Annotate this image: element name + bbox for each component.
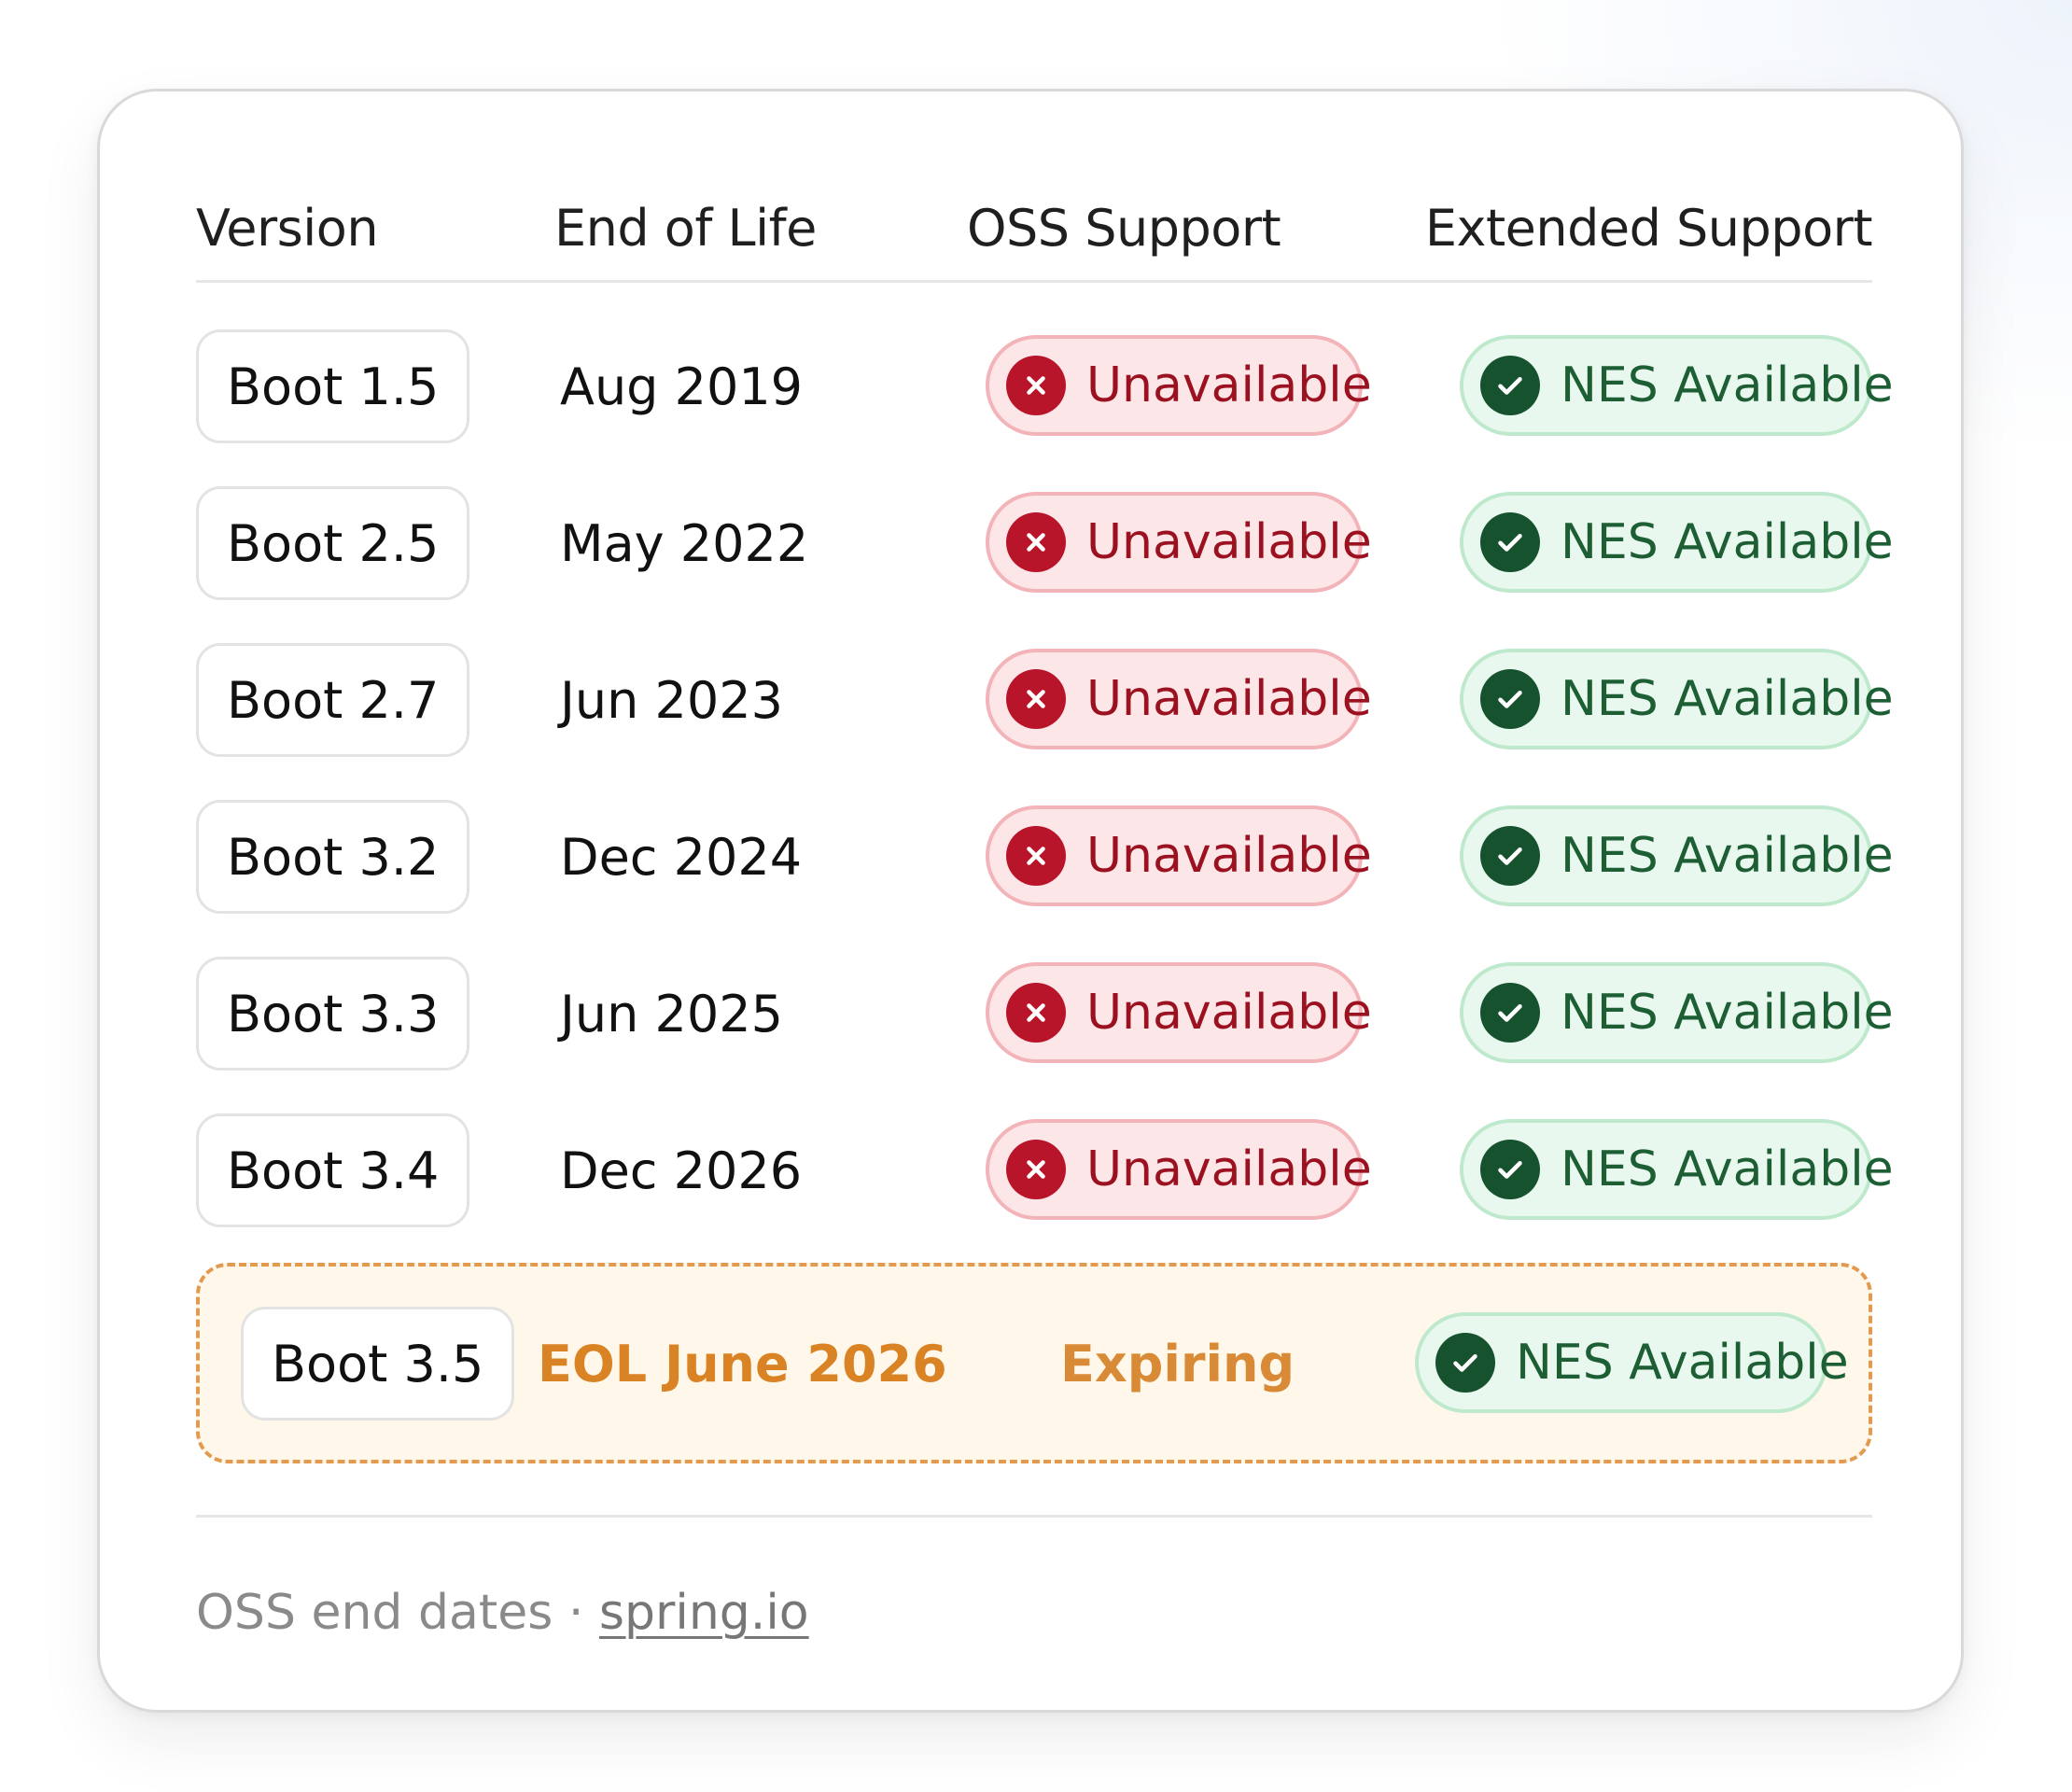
table-row: Boot 1.5 Aug 2019 Unavailable NES Available: [196, 329, 1894, 443]
version-badge: Boot 3.4: [196, 1113, 470, 1227]
pill-label: Unavailable: [1086, 514, 1372, 570]
check-circle-icon: [1480, 669, 1540, 729]
version-badge: Boot 2.5: [196, 486, 470, 600]
pill-label: Unavailable: [1086, 985, 1372, 1041]
oss-support-pill: Unavailable: [986, 805, 1372, 906]
extended-support-pill: NES Available: [1460, 805, 1894, 906]
oss-support-pill: Unavailable: [986, 649, 1372, 749]
eol-date: Jun 2023: [560, 670, 783, 730]
pill-label: NES Available: [1561, 828, 1894, 884]
extended-support-pill: NES Available: [1460, 335, 1894, 436]
eol-date: Aug 2019: [560, 357, 804, 416]
eol-date: May 2022: [560, 513, 809, 573]
oss-support-pill: Unavailable: [986, 335, 1372, 436]
pill-label: NES Available: [1561, 1141, 1894, 1197]
table-row: Boot 3.2 Dec 2024 Unavailable NES Available: [196, 800, 1894, 914]
header-oss-support: OSS Support: [967, 199, 1281, 258]
check-circle-icon: [1480, 983, 1540, 1043]
check-circle-icon: [1480, 356, 1540, 415]
table-header: Version End of Life OSS Support Extended…: [196, 199, 1873, 283]
header-version: Version: [196, 199, 379, 258]
extended-support-pill: NES Available: [1415, 1312, 1849, 1413]
spring-io-link[interactable]: spring.io: [599, 1585, 809, 1641]
support-card: Version End of Life OSS Support Extended…: [97, 89, 1964, 1713]
pill-label: NES Available: [1561, 514, 1894, 570]
pill-label: Unavailable: [1086, 828, 1372, 884]
eol-date: Dec 2026: [560, 1141, 803, 1200]
header-extended-support: Extended Support: [1424, 199, 1873, 258]
version-badge: Boot 3.5: [241, 1307, 515, 1421]
oss-support-pill: Unavailable: [986, 1119, 1372, 1220]
x-circle-icon: [1006, 826, 1066, 886]
footer-text: OSS end dates ·: [196, 1585, 599, 1641]
eol-date: EOL June 2026: [538, 1334, 947, 1393]
table-row: Boot 3.3 Jun 2025 Unavailable NES Available: [196, 957, 1894, 1071]
extended-support-pill: NES Available: [1460, 962, 1894, 1063]
expiring-row: Boot 3.5 EOL June 2026 Expiring NES Avai…: [196, 1263, 1872, 1463]
header-end-of-life: End of Life: [554, 199, 817, 258]
check-circle-icon: [1480, 512, 1540, 572]
footer-divider: [196, 1515, 1872, 1518]
eol-date: Dec 2024: [560, 827, 803, 887]
check-circle-icon: [1480, 1140, 1540, 1199]
pill-label: Unavailable: [1086, 671, 1372, 727]
extended-support-pill: NES Available: [1460, 492, 1894, 593]
x-circle-icon: [1006, 669, 1066, 729]
footer-note: OSS end dates · spring.io: [196, 1585, 809, 1641]
pill-label: NES Available: [1561, 671, 1894, 727]
oss-support-pill: Unavailable: [986, 962, 1372, 1063]
check-circle-icon: [1435, 1333, 1495, 1393]
oss-support-pill: Unavailable: [986, 492, 1372, 593]
pill-label: NES Available: [1561, 985, 1894, 1041]
x-circle-icon: [1006, 356, 1066, 415]
extended-support-pill: NES Available: [1460, 649, 1894, 749]
pill-label: Unavailable: [1086, 357, 1372, 413]
x-circle-icon: [1006, 983, 1066, 1043]
oss-status-expiring: Expiring: [1060, 1334, 1295, 1393]
check-circle-icon: [1480, 826, 1540, 886]
pill-label: NES Available: [1561, 357, 1894, 413]
table-row: Boot 2.7 Jun 2023 Unavailable NES Available: [196, 643, 1894, 757]
version-badge: Boot 1.5: [196, 329, 470, 443]
x-circle-icon: [1006, 512, 1066, 572]
eol-date: Jun 2025: [560, 984, 783, 1043]
extended-support-pill: NES Available: [1460, 1119, 1894, 1220]
support-table: Version End of Life OSS Support Extended…: [196, 91, 1894, 1710]
version-badge: Boot 2.7: [196, 643, 470, 757]
table-row: Boot 3.4 Dec 2026 Unavailable NES Available: [196, 1113, 1894, 1227]
pill-label: Unavailable: [1086, 1141, 1372, 1197]
pill-label: NES Available: [1516, 1335, 1849, 1391]
version-badge: Boot 3.2: [196, 800, 470, 914]
version-badge: Boot 3.3: [196, 957, 470, 1071]
table-row: Boot 2.5 May 2022 Unavailable NES Available: [196, 486, 1894, 600]
x-circle-icon: [1006, 1140, 1066, 1199]
